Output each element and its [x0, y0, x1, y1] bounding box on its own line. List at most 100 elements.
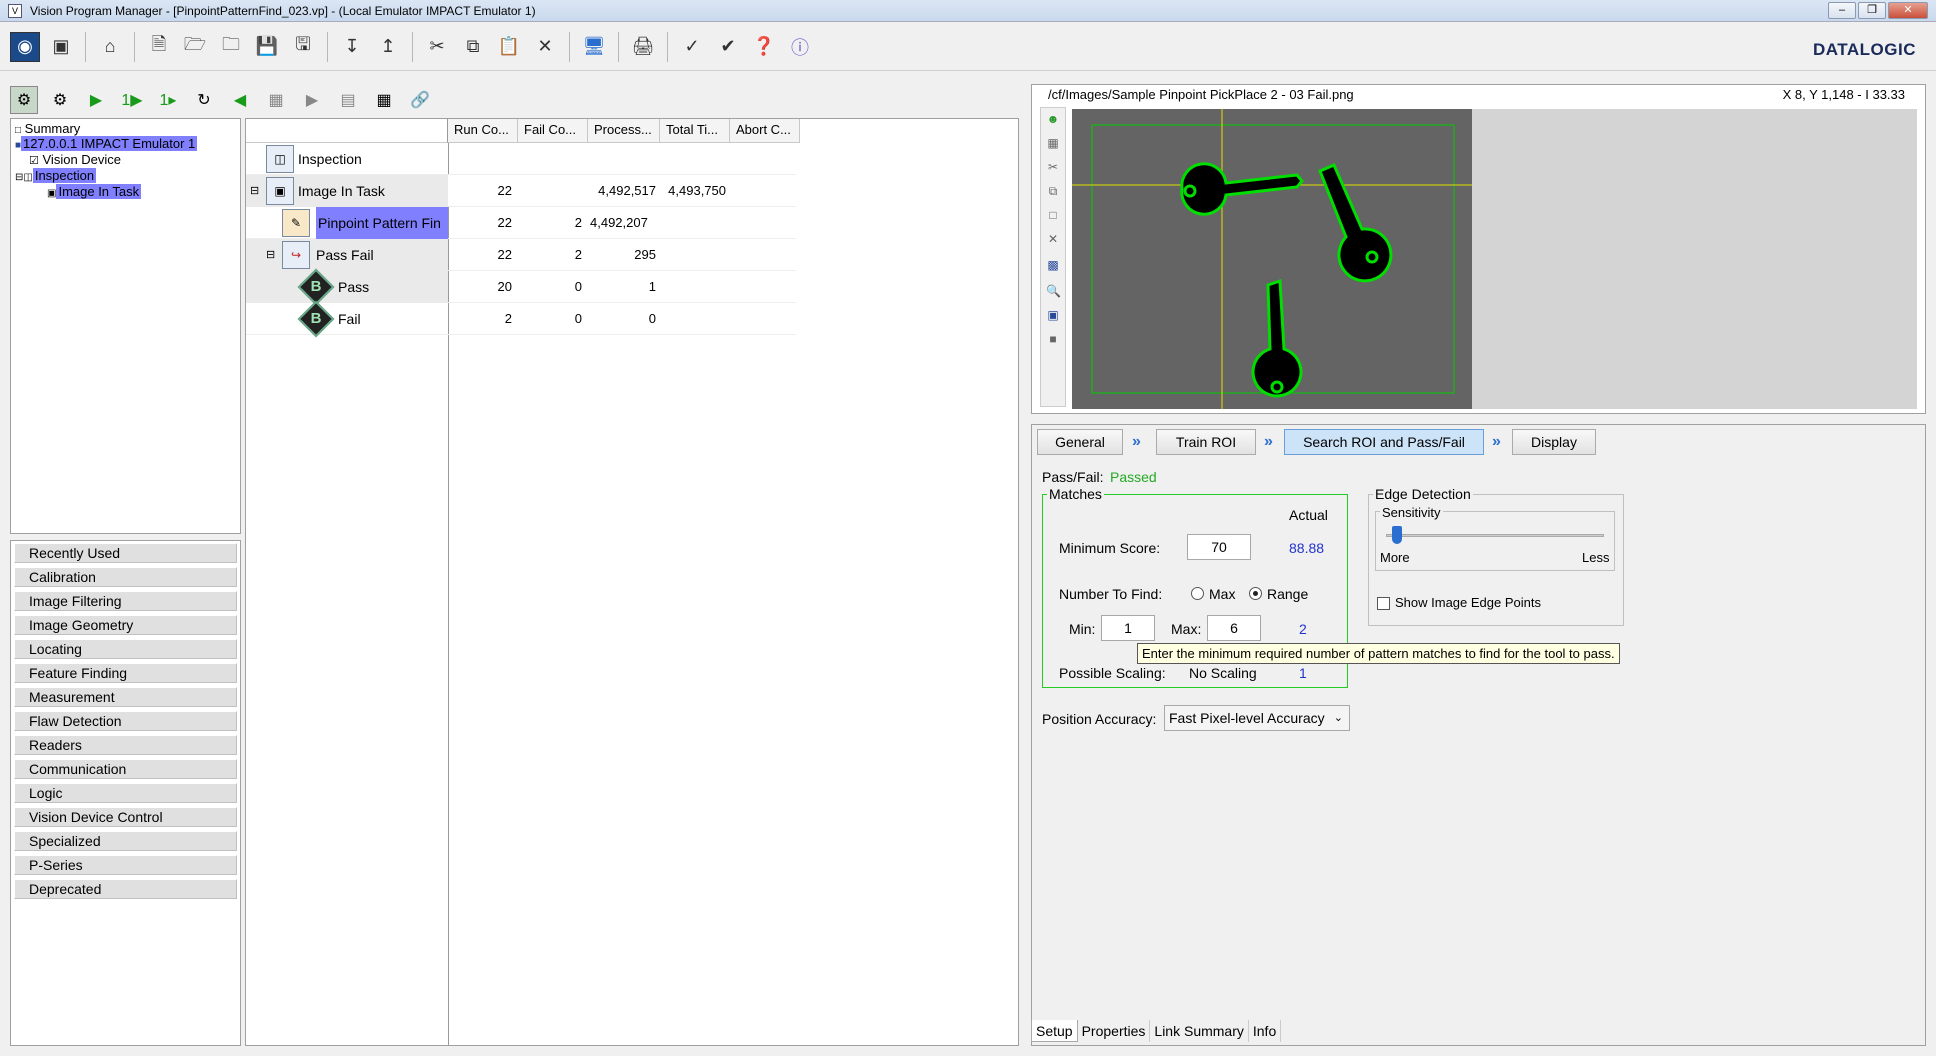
category-specialized[interactable]: Specialized [14, 831, 237, 851]
help-icon[interactable]: ❓ [749, 32, 779, 62]
radio-max[interactable] [1191, 587, 1204, 600]
category-feature-finding[interactable]: Feature Finding [14, 663, 237, 683]
tab-train-roi[interactable]: Train ROI [1156, 429, 1256, 455]
table-row[interactable]: ✎ Pinpoint Pattern Fin 22 2 4,492,207 [246, 207, 796, 239]
delete-icon[interactable]: ✕ [530, 32, 560, 62]
film-icon[interactable]: ▦ [262, 86, 290, 114]
new-icon[interactable]: 🗎 [144, 32, 174, 62]
copy-icon[interactable]: ⧉ [1046, 184, 1060, 198]
tab-general[interactable]: General [1037, 429, 1123, 455]
stats-icon[interactable]: ▤ [334, 86, 362, 114]
image-view-panel: /cf/Images/Sample Pinpoint PickPlace 2 -… [1031, 84, 1926, 414]
next-icon[interactable]: ▶ [298, 86, 326, 114]
category-flaw-detection[interactable]: Flaw Detection [14, 711, 237, 731]
category-recently-used[interactable]: Recently Used [14, 543, 237, 563]
export-icon[interactable]: ↥ [373, 32, 403, 62]
show-edges-label: Show Image Edge Points [1395, 595, 1541, 610]
monitor-icon[interactable]: 🖥 [579, 32, 609, 62]
zoom-icon[interactable]: 🔍 [1046, 284, 1061, 298]
radio-range[interactable] [1249, 587, 1262, 600]
min-input[interactable]: 1 [1101, 615, 1155, 641]
tab-display[interactable]: Display [1512, 429, 1596, 455]
table-row[interactable]: ◫ Inspection [246, 143, 796, 175]
category-image-geometry[interactable]: Image Geometry [14, 615, 237, 635]
tree-item-device[interactable]: ■ 127.0.0.1 IMPACT Emulator 1 [15, 136, 198, 153]
category-calibration[interactable]: Calibration [14, 567, 237, 587]
min-score-input[interactable]: 70 [1187, 534, 1251, 560]
tool-categories: Recently Used Calibration Image Filterin… [10, 540, 241, 1046]
restore-button[interactable]: ❐ [1858, 2, 1886, 19]
stop-icon[interactable]: ▣ [46, 32, 76, 62]
app-icon: V [8, 3, 22, 18]
category-communication[interactable]: Communication [14, 759, 237, 779]
run-icon[interactable]: ▶ [82, 86, 110, 114]
palette-icon[interactable]: ▩ [1046, 258, 1060, 272]
cut-icon[interactable]: ✂ [1046, 160, 1060, 174]
check-all-icon[interactable]: ✔ [713, 32, 743, 62]
category-readers[interactable]: Readers [14, 735, 237, 755]
col-run-count[interactable]: Run Co... [448, 119, 518, 143]
table-row[interactable]: B Fail 2 0 0 [246, 300, 796, 338]
camera-image[interactable] [1072, 109, 1472, 409]
possible-scaling-label: Possible Scaling: [1059, 665, 1166, 681]
tree-item-image-in-task[interactable]: ▣ Image In Task [47, 184, 142, 201]
cut-icon[interactable]: ✂ [422, 32, 452, 62]
vision-device-icon[interactable]: ◉ [10, 31, 40, 62]
run-once-icon[interactable]: 1▶ [118, 86, 146, 114]
home-icon[interactable]: ⌂ [95, 32, 125, 62]
tab-info[interactable]: Info [1249, 1020, 1282, 1042]
close-button[interactable]: ✕ [1888, 2, 1928, 19]
category-locating[interactable]: Locating [14, 639, 237, 659]
configure-icon[interactable]: ⚙ [10, 86, 38, 114]
paste-icon[interactable]: □ [1046, 208, 1060, 222]
picture-icon[interactable]: ▣ [1046, 308, 1060, 322]
import-icon[interactable]: ↧ [337, 32, 367, 62]
category-p-series[interactable]: P-Series [14, 855, 237, 875]
collapse-icon[interactable]: ⊟ [250, 175, 259, 207]
delete-icon[interactable]: ✕ [1046, 232, 1060, 246]
col-process-time[interactable]: Process... [588, 119, 660, 143]
tab-properties[interactable]: Properties [1078, 1020, 1151, 1042]
gear-icon[interactable]: ⚙ [46, 86, 74, 114]
fit-icon[interactable]: ■ [1046, 332, 1060, 346]
tab-search-roi[interactable]: Search ROI and Pass/Fail [1284, 429, 1484, 455]
collapse-icon[interactable]: ⊟ [266, 239, 275, 271]
tab-link-summary[interactable]: Link Summary [1150, 1020, 1249, 1042]
category-image-filtering[interactable]: Image Filtering [14, 591, 237, 611]
tree-item-inspection[interactable]: ⊟◫ Inspection [15, 168, 97, 185]
sensitivity-slider[interactable] [1391, 526, 1402, 544]
chevron-right-icon: » [1264, 433, 1273, 450]
table-row[interactable]: ⊟ ▣ Image In Task 22 4,492,517 4,493,750 [246, 175, 796, 207]
prev-icon[interactable]: ◀ [226, 86, 254, 114]
col-total-time[interactable]: Total Ti... [660, 119, 730, 143]
show-edges-checkbox[interactable] [1377, 597, 1390, 610]
col-abort-count[interactable]: Abort C... [730, 119, 800, 143]
max-input[interactable]: 6 [1207, 615, 1261, 641]
loop-icon[interactable]: ↻ [190, 86, 218, 114]
tree-item-vision-device[interactable]: ☑ Vision Device [29, 152, 121, 169]
category-measurement[interactable]: Measurement [14, 687, 237, 707]
save-icon[interactable]: 💾 [252, 32, 282, 62]
category-vision-device-control[interactable]: Vision Device Control [14, 807, 237, 827]
table-row[interactable]: B Pass 20 0 1 [246, 268, 796, 306]
copy-icon[interactable]: ⧉ [458, 32, 488, 62]
table-row[interactable]: ⊟ ↪ Pass Fail 22 2 295 [246, 239, 796, 271]
print-icon[interactable]: 🖨 [628, 32, 658, 62]
paste-icon[interactable]: 📋 [494, 32, 524, 62]
roi-icon[interactable]: ☻ [1046, 112, 1060, 126]
grid-icon[interactable]: ▦ [1046, 136, 1060, 150]
col-fail-count[interactable]: Fail Co... [518, 119, 588, 143]
check-icon[interactable]: ✓ [677, 32, 707, 62]
tab-setup[interactable]: Setup [1031, 1020, 1078, 1042]
category-logic[interactable]: Logic [14, 783, 237, 803]
position-accuracy-select[interactable]: Fast Pixel-level Accuracy ⌄ [1164, 705, 1350, 731]
table-reset-icon[interactable]: ▦ [370, 86, 398, 114]
about-icon[interactable]: ⓘ [785, 32, 815, 62]
folder-icon[interactable]: 🗀 [216, 32, 246, 62]
category-deprecated[interactable]: Deprecated [14, 879, 237, 899]
open-icon[interactable]: 🗁 [180, 32, 210, 62]
link-icon[interactable]: 🔗 [406, 86, 434, 114]
step-icon[interactable]: 1▸ [154, 86, 182, 114]
minimize-button[interactable]: – [1828, 2, 1856, 19]
save-as-icon[interactable]: 🖫 [288, 32, 318, 62]
